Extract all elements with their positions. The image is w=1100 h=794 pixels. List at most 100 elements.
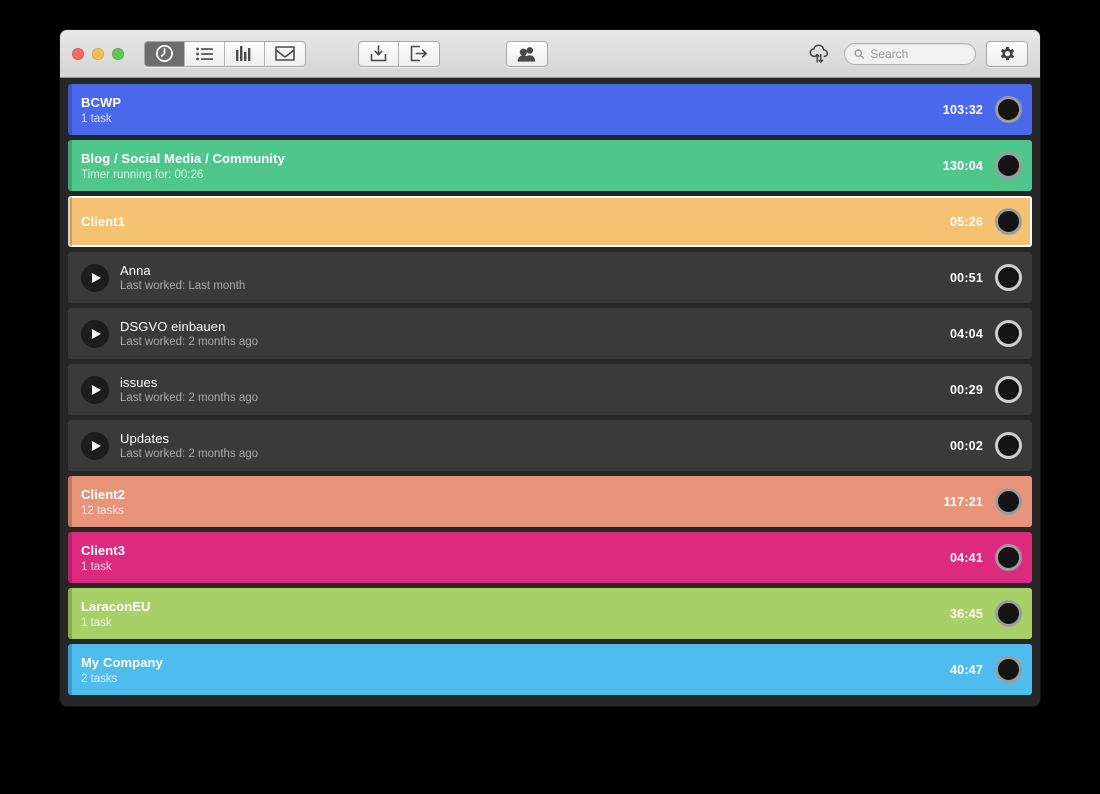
- timer-icon: [156, 45, 173, 62]
- row-title: Anna: [120, 263, 151, 278]
- cloud-sync-icon: [809, 44, 829, 63]
- row-title: BCWP: [81, 94, 122, 110]
- play-button[interactable]: [81, 375, 109, 404]
- row-title: Client1: [81, 214, 126, 229]
- row-subtitle: Timer running for: 00:26: [81, 168, 204, 181]
- row-timer-toggle[interactable]: [995, 152, 1022, 179]
- search-icon: [854, 48, 865, 59]
- row-texts: LaraconEU 1 task: [81, 599, 950, 629]
- row-timer-toggle[interactable]: [995, 656, 1022, 683]
- project-list: BCWP 1 task 103:32 Blog / Social Media /…: [60, 78, 1040, 703]
- row-title: Client3: [81, 542, 126, 558]
- tab-inbox[interactable]: [265, 41, 305, 66]
- row-timer-toggle[interactable]: [995, 488, 1022, 515]
- row-subtitle: 1 task: [81, 112, 112, 125]
- project-row-bcwp[interactable]: BCWP 1 task 103:32: [68, 84, 1032, 135]
- row-time: 130:04: [942, 158, 983, 173]
- row-subtitle: Last worked: 2 months ago: [120, 448, 259, 460]
- minimize-button[interactable]: [92, 47, 104, 60]
- task-row-dsgvo-einbauen[interactable]: DSGVO einbauen Last worked: 2 months ago…: [68, 308, 1032, 359]
- play-icon: [92, 384, 101, 395]
- close-button[interactable]: [72, 47, 84, 60]
- row-texts: Client1: [81, 214, 950, 229]
- row-timer-toggle[interactable]: [995, 208, 1022, 235]
- row-time: 117:21: [943, 494, 983, 509]
- row-time: 00:51: [950, 270, 983, 285]
- play-icon: [92, 328, 101, 339]
- task-row-anna[interactable]: Anna Last worked: Last month 00:51: [68, 252, 1032, 303]
- row-title: LaraconEU: [81, 598, 151, 614]
- row-timer-toggle[interactable]: [995, 600, 1022, 627]
- row-texts: issues Last worked: 2 months ago: [120, 375, 950, 404]
- row-timer-toggle[interactable]: [995, 264, 1022, 291]
- row-title: Client2: [81, 486, 126, 502]
- import-icon: [370, 45, 387, 62]
- people-group: [506, 40, 548, 67]
- row-timer-toggle[interactable]: [995, 544, 1022, 571]
- app-window: BCWP 1 task 103:32 Blog / Social Media /…: [60, 30, 1040, 706]
- row-timer-toggle[interactable]: [995, 320, 1022, 347]
- task-row-issues[interactable]: issues Last worked: 2 months ago 00:29: [68, 364, 1032, 415]
- row-texts: Client3 1 task: [81, 543, 950, 573]
- row-texts: DSGVO einbauen Last worked: 2 months ago: [120, 319, 950, 348]
- bar-chart-icon: [236, 46, 251, 61]
- play-button[interactable]: [81, 263, 109, 292]
- gear-icon: [1000, 47, 1014, 61]
- row-title: Updates: [120, 431, 170, 446]
- row-texts: BCWP 1 task: [81, 95, 943, 125]
- row-accent-bar: [68, 476, 72, 527]
- search-field[interactable]: [844, 42, 976, 65]
- sync-button[interactable]: [804, 40, 836, 68]
- tab-list[interactable]: [185, 41, 225, 66]
- inbox-icon: [275, 46, 295, 61]
- row-accent-bar: [68, 140, 72, 191]
- traffic-lights: [72, 47, 124, 60]
- row-accent-bar: [68, 196, 72, 247]
- row-time: 05:26: [950, 214, 983, 229]
- row-timer-toggle[interactable]: [995, 96, 1022, 123]
- search-container: [844, 42, 976, 65]
- row-subtitle: 12 tasks: [81, 504, 124, 517]
- row-time: 04:41: [950, 550, 983, 565]
- people-icon: [517, 46, 536, 62]
- export-button[interactable]: [399, 41, 439, 66]
- row-time: 103:32: [942, 102, 983, 117]
- play-icon: [92, 272, 101, 283]
- row-timer-toggle[interactable]: [995, 432, 1022, 459]
- project-row-client2[interactable]: Client2 12 tasks 117:21: [68, 476, 1032, 527]
- row-time: 36:45: [950, 606, 983, 621]
- row-subtitle: 1 task: [81, 560, 112, 573]
- row-title: DSGVO einbauen: [120, 319, 226, 334]
- list-icon: [195, 47, 213, 60]
- row-texts: Client2 12 tasks: [81, 487, 944, 517]
- row-time: 00:29: [950, 382, 983, 397]
- project-row-my-company[interactable]: My Company 2 tasks 40:47: [68, 644, 1032, 695]
- play-button[interactable]: [81, 319, 109, 348]
- tab-reports[interactable]: [225, 41, 265, 66]
- row-accent-bar: [68, 84, 72, 135]
- team-button[interactable]: [507, 41, 547, 66]
- task-row-updates[interactable]: Updates Last worked: 2 months ago 00:02: [68, 420, 1032, 471]
- row-title: issues: [120, 375, 158, 390]
- settings-button[interactable]: [986, 40, 1028, 67]
- project-row-blog-social-media-community[interactable]: Blog / Social Media / Community Timer ru…: [68, 140, 1032, 191]
- row-accent-bar: [68, 644, 72, 695]
- row-subtitle: Last worked: Last month: [120, 280, 246, 292]
- search-input[interactable]: [870, 46, 966, 61]
- row-accent-bar: [68, 532, 72, 583]
- row-title: My Company: [81, 654, 163, 670]
- zoom-button[interactable]: [112, 47, 124, 60]
- row-subtitle: 2 tasks: [81, 672, 118, 685]
- project-row-laraconeu[interactable]: LaraconEU 1 task 36:45: [68, 588, 1032, 639]
- row-time: 40:47: [950, 662, 983, 677]
- view-tabs: [144, 40, 306, 67]
- row-subtitle: Last worked: 2 months ago: [120, 336, 259, 348]
- row-texts: Blog / Social Media / Community Timer ru…: [81, 151, 943, 181]
- tab-timer[interactable]: [145, 41, 185, 66]
- project-row-client1[interactable]: Client1 05:26: [68, 196, 1032, 247]
- project-row-client3[interactable]: Client3 1 task 04:41: [68, 532, 1032, 583]
- play-button[interactable]: [81, 431, 109, 460]
- import-button[interactable]: [359, 41, 399, 66]
- row-texts: My Company 2 tasks: [81, 655, 950, 685]
- row-timer-toggle[interactable]: [995, 376, 1022, 403]
